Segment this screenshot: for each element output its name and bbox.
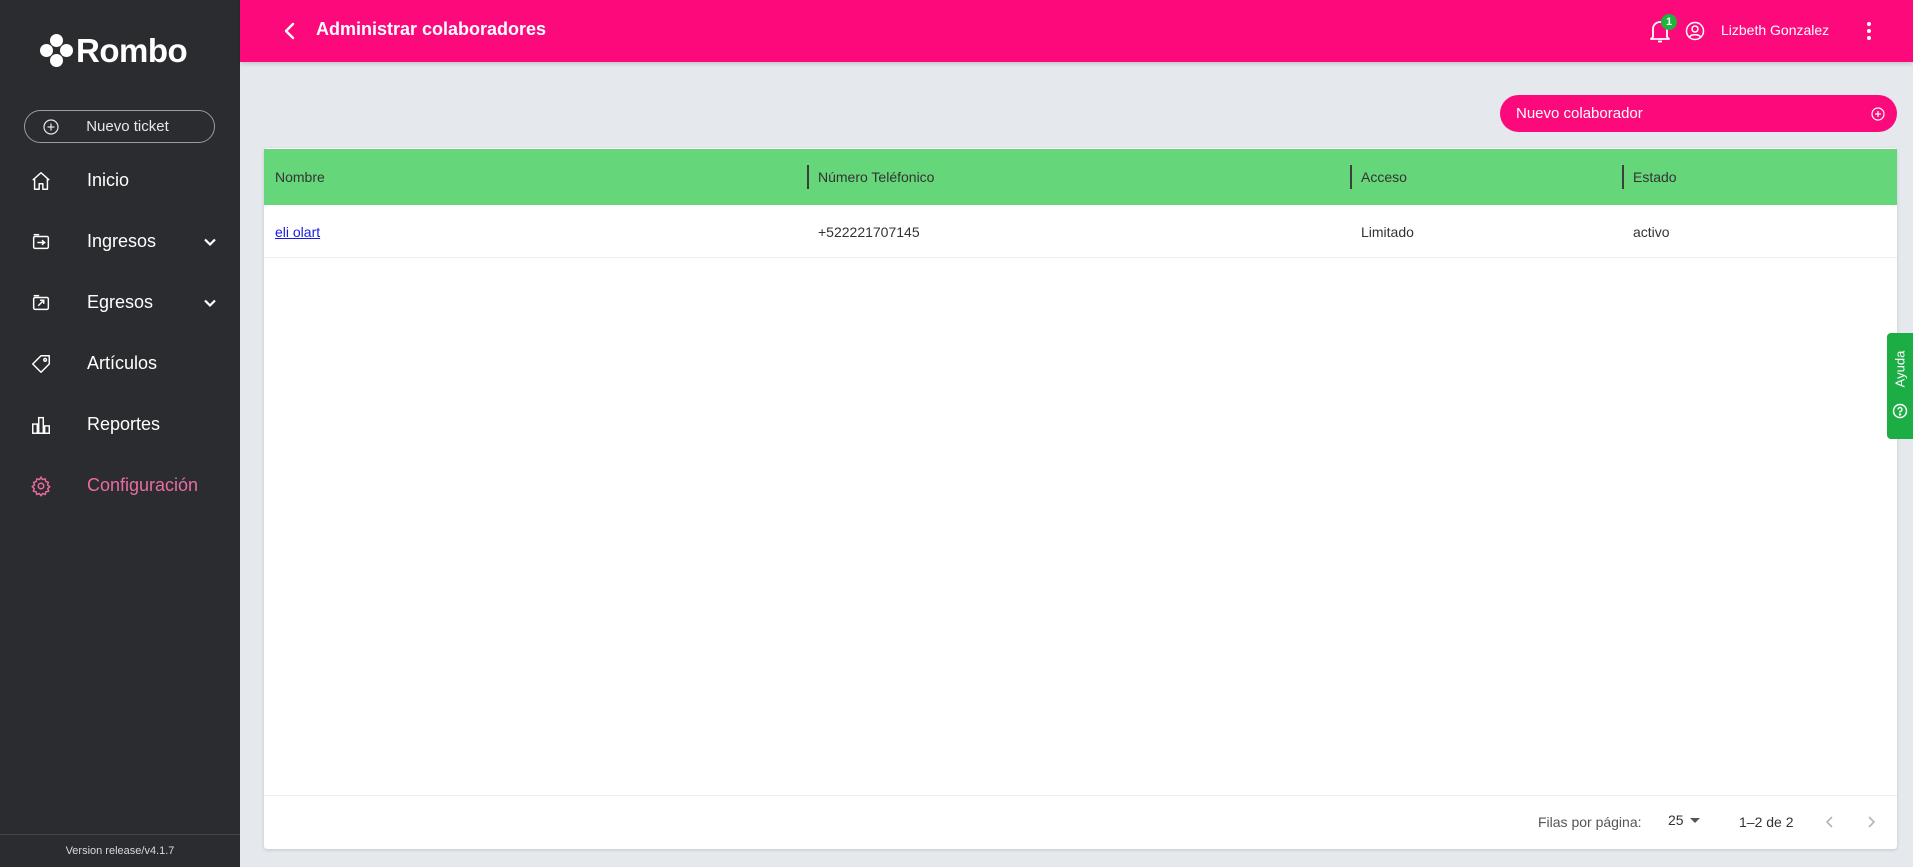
gear-icon	[31, 475, 51, 497]
home-icon	[32, 171, 50, 190]
new-ticket-label: Nuevo ticket	[86, 118, 169, 135]
cell-nombre: eli olart	[264, 206, 807, 258]
sidebar-item-label: Reportes	[87, 414, 161, 434]
sidebar-item-reportes[interactable]: Reportes	[0, 394, 240, 455]
user-name[interactable]: Lizbeth Gonzalez	[1721, 22, 1829, 38]
column-header-label: Acceso	[1361, 169, 1407, 185]
logo-text: Rombo	[76, 32, 188, 69]
collaborator-name-link[interactable]: eli olart	[275, 224, 320, 240]
sidebar-item-label: Configuración	[87, 475, 199, 495]
status-value: activo	[1633, 224, 1670, 240]
back-arrow-icon[interactable]	[280, 20, 300, 42]
column-header-label: Número Teléfonico	[818, 169, 935, 185]
sidebar: Rombo Nuevo ticket Inicio Ingresos Egres…	[0, 0, 240, 867]
column-header-label: Estado	[1633, 169, 1677, 185]
help-tab[interactable]: Ayuda	[1887, 333, 1913, 439]
plus-circle-icon	[43, 118, 59, 135]
column-header-telefono[interactable]: Número Teléfonico	[807, 149, 1350, 205]
sidebar-item-ingresos[interactable]: Ingresos	[0, 211, 240, 272]
divider	[0, 834, 240, 835]
tag-icon	[32, 354, 50, 373]
rows-per-page-label: Filas por página:	[1538, 814, 1642, 830]
chevron-right-icon[interactable]	[1861, 812, 1881, 832]
sidebar-item-egresos[interactable]: Egresos	[0, 272, 240, 333]
page-title: Administrar colaboradores	[316, 19, 547, 39]
user-circle-icon[interactable]	[1685, 21, 1705, 41]
column-header-estado[interactable]: Estado	[1622, 149, 1894, 205]
column-header-acceso[interactable]: Acceso	[1350, 149, 1622, 205]
version-label: Version release/v4.1.7	[65, 845, 175, 857]
sidebar-item-articulos[interactable]: Artículos	[0, 333, 240, 394]
chevron-down-icon	[204, 299, 216, 307]
logo-mark-icon	[40, 34, 74, 68]
notification-badge: 1	[1661, 14, 1677, 30]
table-header: Nombre Número Teléfonico Acceso Estado	[264, 149, 1897, 205]
plus-circle-icon	[1871, 106, 1885, 121]
top-bar: Administrar colaboradores 1 Lizbeth Gonz…	[240, 0, 1913, 62]
sidebar-item-configuracion[interactable]: Configuración	[0, 455, 240, 516]
caret-down-icon	[1689, 817, 1700, 823]
column-header-nombre[interactable]: Nombre	[264, 149, 807, 205]
cell-telefono: +522221707145	[807, 206, 1350, 258]
expense-icon	[32, 294, 50, 310]
new-collaborator-label: Nuevo colaborador	[1516, 105, 1643, 122]
phone-value: +522221707145	[818, 224, 920, 240]
rows-per-page-value: 25	[1668, 812, 1684, 828]
rombo-logo[interactable]: Rombo	[40, 32, 188, 70]
chevron-down-icon	[204, 238, 216, 246]
table-row: eli olart +522221707145 Limitado activo	[264, 206, 1897, 258]
collaborators-table: Nombre Número Teléfonico Acceso Estado e…	[264, 148, 1897, 849]
income-icon	[32, 233, 50, 249]
chevron-left-icon[interactable]	[1820, 812, 1840, 832]
sidebar-nav: Inicio Ingresos Egresos Artículos Report…	[0, 150, 240, 516]
sidebar-item-label: Egresos	[87, 292, 154, 312]
column-divider[interactable]	[807, 165, 809, 189]
help-circle-icon	[1892, 403, 1908, 419]
help-label: Ayuda	[1892, 350, 1908, 388]
new-ticket-button[interactable]: Nuevo ticket	[24, 110, 215, 143]
column-divider[interactable]	[1622, 165, 1624, 189]
table-footer: Filas por página: 25 1–2 de 2	[264, 795, 1897, 849]
cell-acceso: Limitado	[1350, 206, 1622, 258]
bar-chart-icon	[32, 416, 50, 434]
more-vertical-icon[interactable]	[1858, 20, 1880, 42]
column-header-label: Nombre	[275, 169, 325, 185]
cell-estado: activo	[1622, 206, 1894, 258]
new-collaborator-button[interactable]: Nuevo colaborador	[1500, 95, 1897, 132]
sidebar-item-label: Inicio	[87, 170, 130, 190]
rows-per-page-select[interactable]: 25	[1668, 812, 1700, 828]
sidebar-item-label: Artículos	[87, 353, 158, 373]
access-value: Limitado	[1361, 224, 1414, 240]
column-divider[interactable]	[1350, 165, 1352, 189]
sidebar-item-label: Ingresos	[87, 231, 157, 251]
pagination-range: 1–2 de 2	[1739, 814, 1794, 830]
sidebar-item-inicio[interactable]: Inicio	[0, 150, 240, 211]
